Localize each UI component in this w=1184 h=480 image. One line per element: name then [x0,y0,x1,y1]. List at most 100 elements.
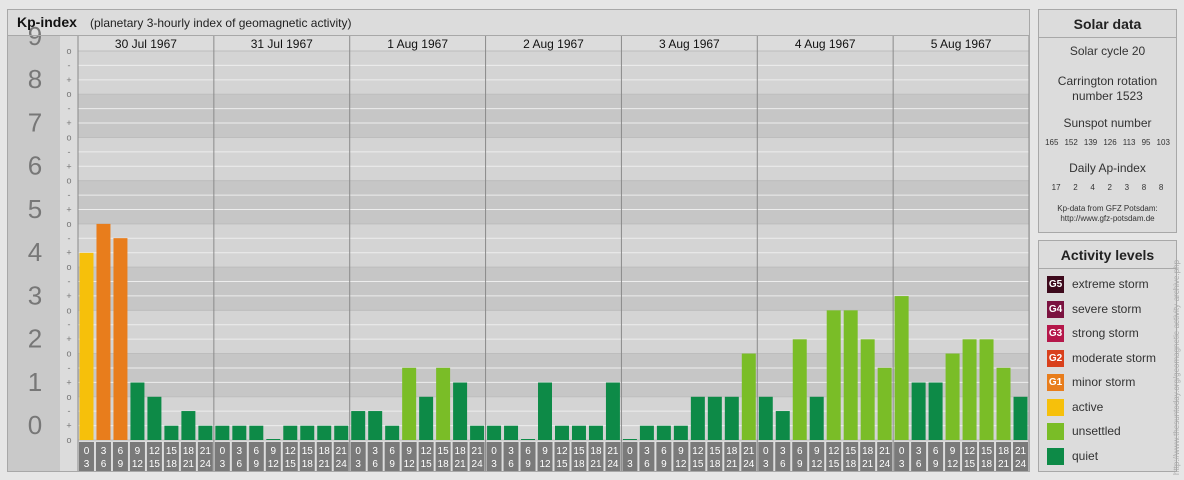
legend-item: G1 minor storm [1047,374,1175,394]
hour-label-start: 21 [743,446,755,457]
minor-tick-label: - [68,60,71,70]
kp-bar [504,425,519,440]
kp-bar [1013,396,1028,440]
kp-bar [487,425,502,440]
hour-label-end: 6 [916,459,922,470]
hour-label-start: 12 [556,446,568,457]
hour-label-end: 24 [607,459,619,470]
hour-label-start: 3 [916,446,922,457]
hour-label-start: 9 [271,446,277,457]
hour-label-end: 6 [508,459,514,470]
band [78,223,1029,268]
kp-bar [79,252,94,440]
hour-label-start: 6 [525,446,531,457]
hour-label-start: 21 [607,446,619,457]
minor-tick-label: o [66,219,71,229]
minor-tick-label: o [66,46,71,56]
hour-label-start: 12 [692,446,704,457]
hour-label-start: 0 [763,446,769,457]
minor-tick-label: - [68,320,71,330]
legend-label: quiet [1072,448,1099,463]
hour-label-start: 3 [508,446,514,457]
kp-bar [962,339,977,440]
kp-bar [945,353,960,440]
kp-bar [843,310,858,440]
hour-label-start: 18 [319,446,331,457]
y-tick-label: 2 [28,324,42,354]
hour-label-end: 21 [726,459,738,470]
kp-bar [181,411,196,440]
hour-label-end: 15 [149,459,161,470]
ap-value: 8 [1158,183,1164,192]
sunspot-value: 126 [1103,138,1117,147]
kp-bar [775,411,790,440]
hour-label-end: 24 [743,459,755,470]
legend-label: extreme storm [1072,277,1149,291]
hour-label-start: 15 [981,446,993,457]
hour-label-end: 12 [947,459,959,470]
hour-label-end: 15 [421,459,433,470]
kp-bar [198,425,213,440]
hour-label-start: 18 [862,446,874,457]
minor-tick-label: o [66,262,71,272]
hour-label-end: 6 [372,459,378,470]
hour-label-start: 6 [797,446,803,457]
hour-label-end: 21 [998,459,1010,470]
hour-label-start: 15 [845,446,857,457]
kp-bar [215,425,230,440]
hour-label-start: 12 [421,446,433,457]
hour-label-start: 9 [814,446,820,457]
band [78,180,1029,224]
kp-bar [232,425,247,440]
ap-value: 8 [1141,183,1147,192]
hour-label-end: 15 [556,459,568,470]
kp-bar [741,353,756,440]
kp-bar [249,425,264,440]
hour-label-end: 24 [879,459,891,470]
hour-label-start: 0 [84,446,90,457]
kp-bar [758,396,773,440]
hour-label-end: 3 [491,459,497,470]
band [78,94,1029,138]
source-link[interactable]: http://www.gfz-potsdam.de [1039,214,1176,224]
minor-tick-label: o [66,305,71,315]
chart-title-bar: Kp-index (planetary 3-hourly index of ge… [8,10,1029,36]
hour-label-end: 21 [319,459,331,470]
kp-bar [588,425,603,440]
hour-label-start: 18 [455,446,467,457]
legend-swatch: G4 [1047,300,1064,318]
solar-cycle: Solar cycle 20 [1069,44,1146,58]
hour-label-end: 9 [254,459,260,470]
hour-label-start: 12 [149,446,161,457]
kp-bar [96,223,111,440]
hour-label-end: 9 [661,459,667,470]
sunspot-value: 139 [1083,138,1098,147]
kp-bar [266,439,281,440]
hour-label-end: 6 [644,459,650,470]
minor-tick-label: o [66,349,71,359]
hour-label-end: 24 [472,459,484,470]
minor-tick-label: o [66,132,71,142]
legend-swatch [1047,398,1064,416]
hour-label-start: 6 [118,446,124,457]
hour-label-start: 3 [101,446,107,457]
kp-bar [809,396,824,440]
hour-label-start: 18 [183,446,195,457]
kp-bar [911,382,926,440]
minor-tick-label: + [66,291,71,301]
day-label: 5 Aug 1967 [931,37,992,51]
hour-label-start: 0 [899,446,905,457]
hour-label-start: 3 [372,446,378,457]
day-label: 31 Jul 1967 [251,37,313,51]
minor-tick-label: + [66,75,71,85]
legend-swatch: G5 [1047,276,1064,293]
hour-label-start: 15 [709,446,721,457]
minor-tick-label: o [66,89,71,99]
kp-bar [317,425,332,440]
kp-chart-panel: 0 1 2 3 4 5 6 7 8 9 o + - o + - o + - o + - o + - o + - o + - o + - o + - o 30… [7,9,1030,472]
kp-bar [419,396,434,440]
hour-label-start: 18 [590,446,602,457]
hour-label-start: 9 [542,446,548,457]
hour-label-start: 12 [964,446,976,457]
kp-bar [521,439,536,440]
